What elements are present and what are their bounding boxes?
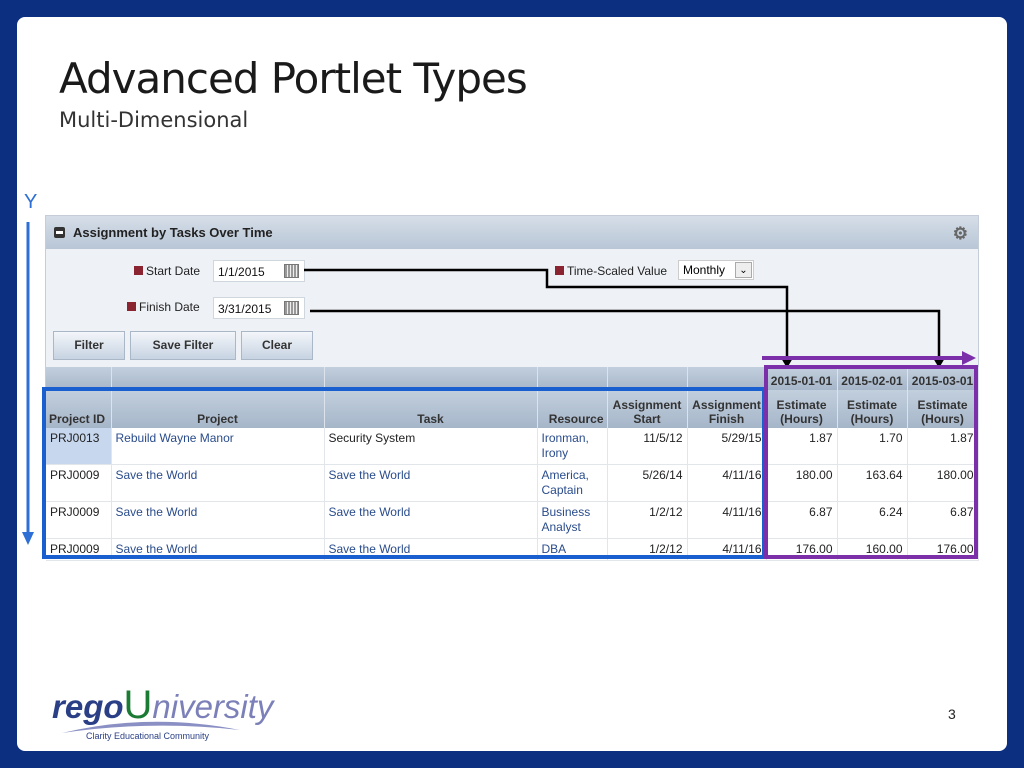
logo-u: U <box>123 683 153 727</box>
page-number: 3 <box>948 706 956 722</box>
finish-date-connector <box>310 309 941 358</box>
logo-rego: rego <box>52 688 124 725</box>
arrowhead <box>962 351 976 365</box>
annotation-overlay <box>22 222 978 559</box>
logo-niversity: niversity <box>152 688 274 725</box>
arrowhead <box>22 532 34 545</box>
time-dimension-box <box>764 365 978 559</box>
start-date-connector <box>304 268 789 358</box>
rego-university-logo: regoUniversity <box>52 683 273 728</box>
logo-tagline: Clarity Educational Community <box>86 731 210 741</box>
row-dimension-box <box>42 387 766 559</box>
